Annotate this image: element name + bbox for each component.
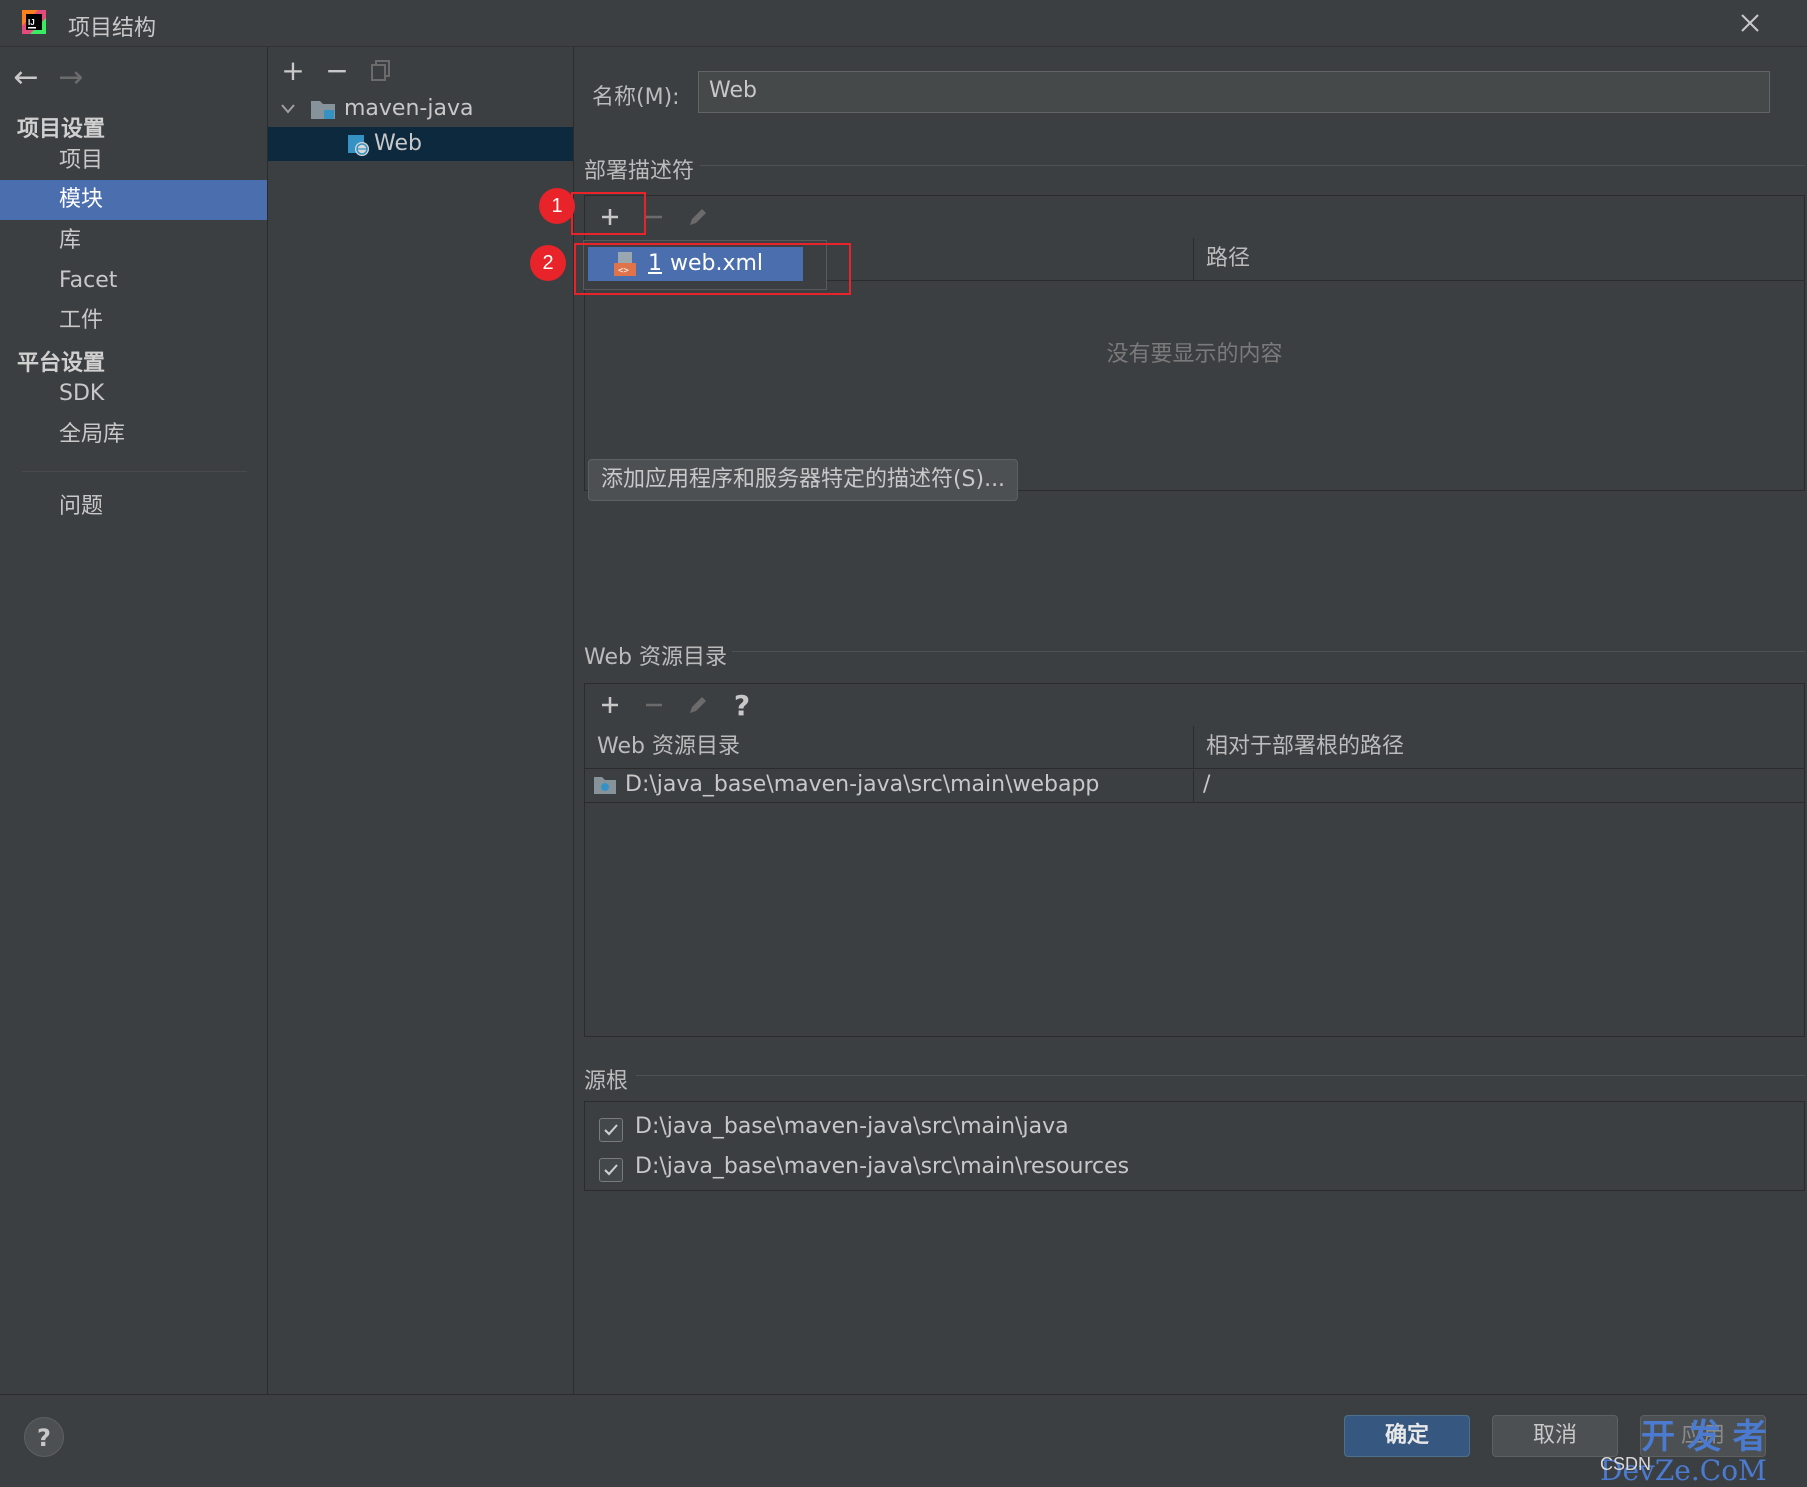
watermark-line-1: 开 发 者	[1641, 1417, 1767, 1457]
nav-item-global-libraries[interactable]: 全局库	[0, 415, 267, 455]
back-arrow-icon[interactable]: ←	[8, 59, 44, 95]
tree-node-web[interactable]: Web	[268, 127, 573, 161]
facet-name-input[interactable]: Web	[698, 71, 1770, 113]
title-bar: IJ 项目结构	[0, 0, 1807, 47]
minus-icon	[646, 215, 662, 219]
watermark: 开 发 者 DevZe.CoM	[1600, 1417, 1767, 1485]
web-folder-icon	[594, 777, 616, 794]
close-button[interactable]	[1730, 6, 1770, 40]
nav-divider	[22, 471, 247, 472]
project-settings-heading: 项目设置	[17, 117, 106, 142]
add-module-button[interactable]: +	[276, 53, 310, 87]
dialog-footer: ? 确定 取消 应用	[0, 1394, 1807, 1485]
source-roots-heading: 源根	[584, 1069, 629, 1094]
nav-item-facets[interactable]: Facet	[0, 261, 267, 301]
close-icon	[1741, 14, 1759, 32]
empty-table-message: 没有要显示的内容	[1106, 342, 1283, 367]
checkmark-icon	[604, 1124, 618, 1136]
annotation-box-web-xml	[574, 243, 851, 295]
source-roots-list: D:\java_base\maven-java\src\main\java D:…	[584, 1101, 1805, 1191]
pencil-icon	[690, 697, 706, 713]
copy-icon	[371, 60, 390, 81]
tree-node-maven-java[interactable]: maven-java	[268, 92, 573, 126]
source-root-path: D:\java_base\maven-java\src\main\resourc…	[635, 1154, 1130, 1179]
module-tree-panel: + − maven-java Web	[268, 47, 574, 1394]
source-root-checkbox[interactable]	[599, 1118, 623, 1142]
remove-web-resource-button[interactable]	[637, 688, 671, 722]
intellij-logo-icon: IJ	[20, 8, 48, 36]
table-row[interactable]: D:\java_base\maven-java\src\main\webapp …	[585, 770, 1804, 803]
edit-descriptor-button[interactable]	[681, 200, 715, 234]
annotation-badge-1: 1	[539, 188, 575, 224]
name-label: 名称(M):	[592, 85, 680, 110]
checkmark-icon	[604, 1164, 618, 1176]
annotation-badge-2: 2	[530, 245, 566, 281]
pencil-icon	[690, 209, 706, 225]
csdn-watermark: CSDN	[1600, 1454, 1652, 1474]
source-root-path: D:\java_base\maven-java\src\main\java	[635, 1114, 1069, 1139]
deployment-descriptors-heading: 部署描述符	[584, 159, 695, 184]
tree-node-label: Web	[374, 131, 422, 156]
window-title: 项目结构	[68, 16, 157, 41]
remove-module-button[interactable]: −	[320, 53, 354, 87]
chevron-down-icon	[281, 104, 295, 114]
plus-icon	[602, 697, 618, 713]
group-separator	[636, 1075, 1805, 1076]
column-divider	[1193, 770, 1194, 802]
add-server-descriptor-button[interactable]: 添加应用程序和服务器特定的描述符(S)...	[588, 459, 1018, 501]
copy-module-button[interactable]	[364, 53, 398, 87]
nav-item-modules[interactable]: 模块	[0, 180, 267, 220]
nav-item-sdk[interactable]: SDK	[0, 374, 267, 414]
web-resources-table: ? Web 资源目录 相对于部署根的路径 D:\java_base\maven-…	[584, 683, 1805, 1037]
column-header-relative-path[interactable]: 相对于部署根的路径	[1194, 726, 1804, 768]
column-header-path[interactable]: 路径	[1194, 238, 1804, 280]
web-resources-table-header: Web 资源目录 相对于部署根的路径	[585, 726, 1804, 769]
help-web-resource-button[interactable]: ?	[725, 688, 759, 722]
platform-settings-heading: 平台设置	[17, 351, 106, 376]
web-resource-dir-cell: D:\java_base\maven-java\src\main\webapp	[625, 772, 1100, 797]
web-resources-heading: Web 资源目录	[584, 645, 727, 670]
ok-button[interactable]: 确定	[1344, 1415, 1470, 1457]
nav-item-project[interactable]: 项目	[0, 141, 267, 181]
group-separator	[732, 651, 1805, 652]
settings-navigation: ← → 项目设置 项目 模块 库 Facet 工件 平台设置 SDK 全局库 问…	[0, 47, 268, 1394]
annotation-box-add	[571, 192, 646, 235]
nav-item-artifacts[interactable]: 工件	[0, 301, 267, 341]
edit-web-resource-button[interactable]	[681, 688, 715, 722]
svg-text:IJ: IJ	[28, 18, 35, 27]
forward-arrow-icon[interactable]: →	[53, 59, 89, 95]
nav-item-problems[interactable]: 问题	[0, 487, 267, 527]
help-button[interactable]: ?	[24, 1417, 64, 1457]
web-facet-icon	[348, 135, 369, 156]
relative-path-cell: /	[1203, 772, 1211, 797]
minus-icon	[646, 703, 662, 707]
source-root-checkbox[interactable]	[599, 1158, 623, 1182]
nav-item-libraries[interactable]: 库	[0, 221, 267, 261]
add-web-resource-button[interactable]	[593, 688, 627, 722]
column-header-web-resource-dir[interactable]: Web 资源目录	[585, 726, 1193, 768]
module-folder-icon	[311, 101, 335, 119]
tree-node-label: maven-java	[344, 96, 474, 121]
group-separator	[700, 165, 1805, 166]
